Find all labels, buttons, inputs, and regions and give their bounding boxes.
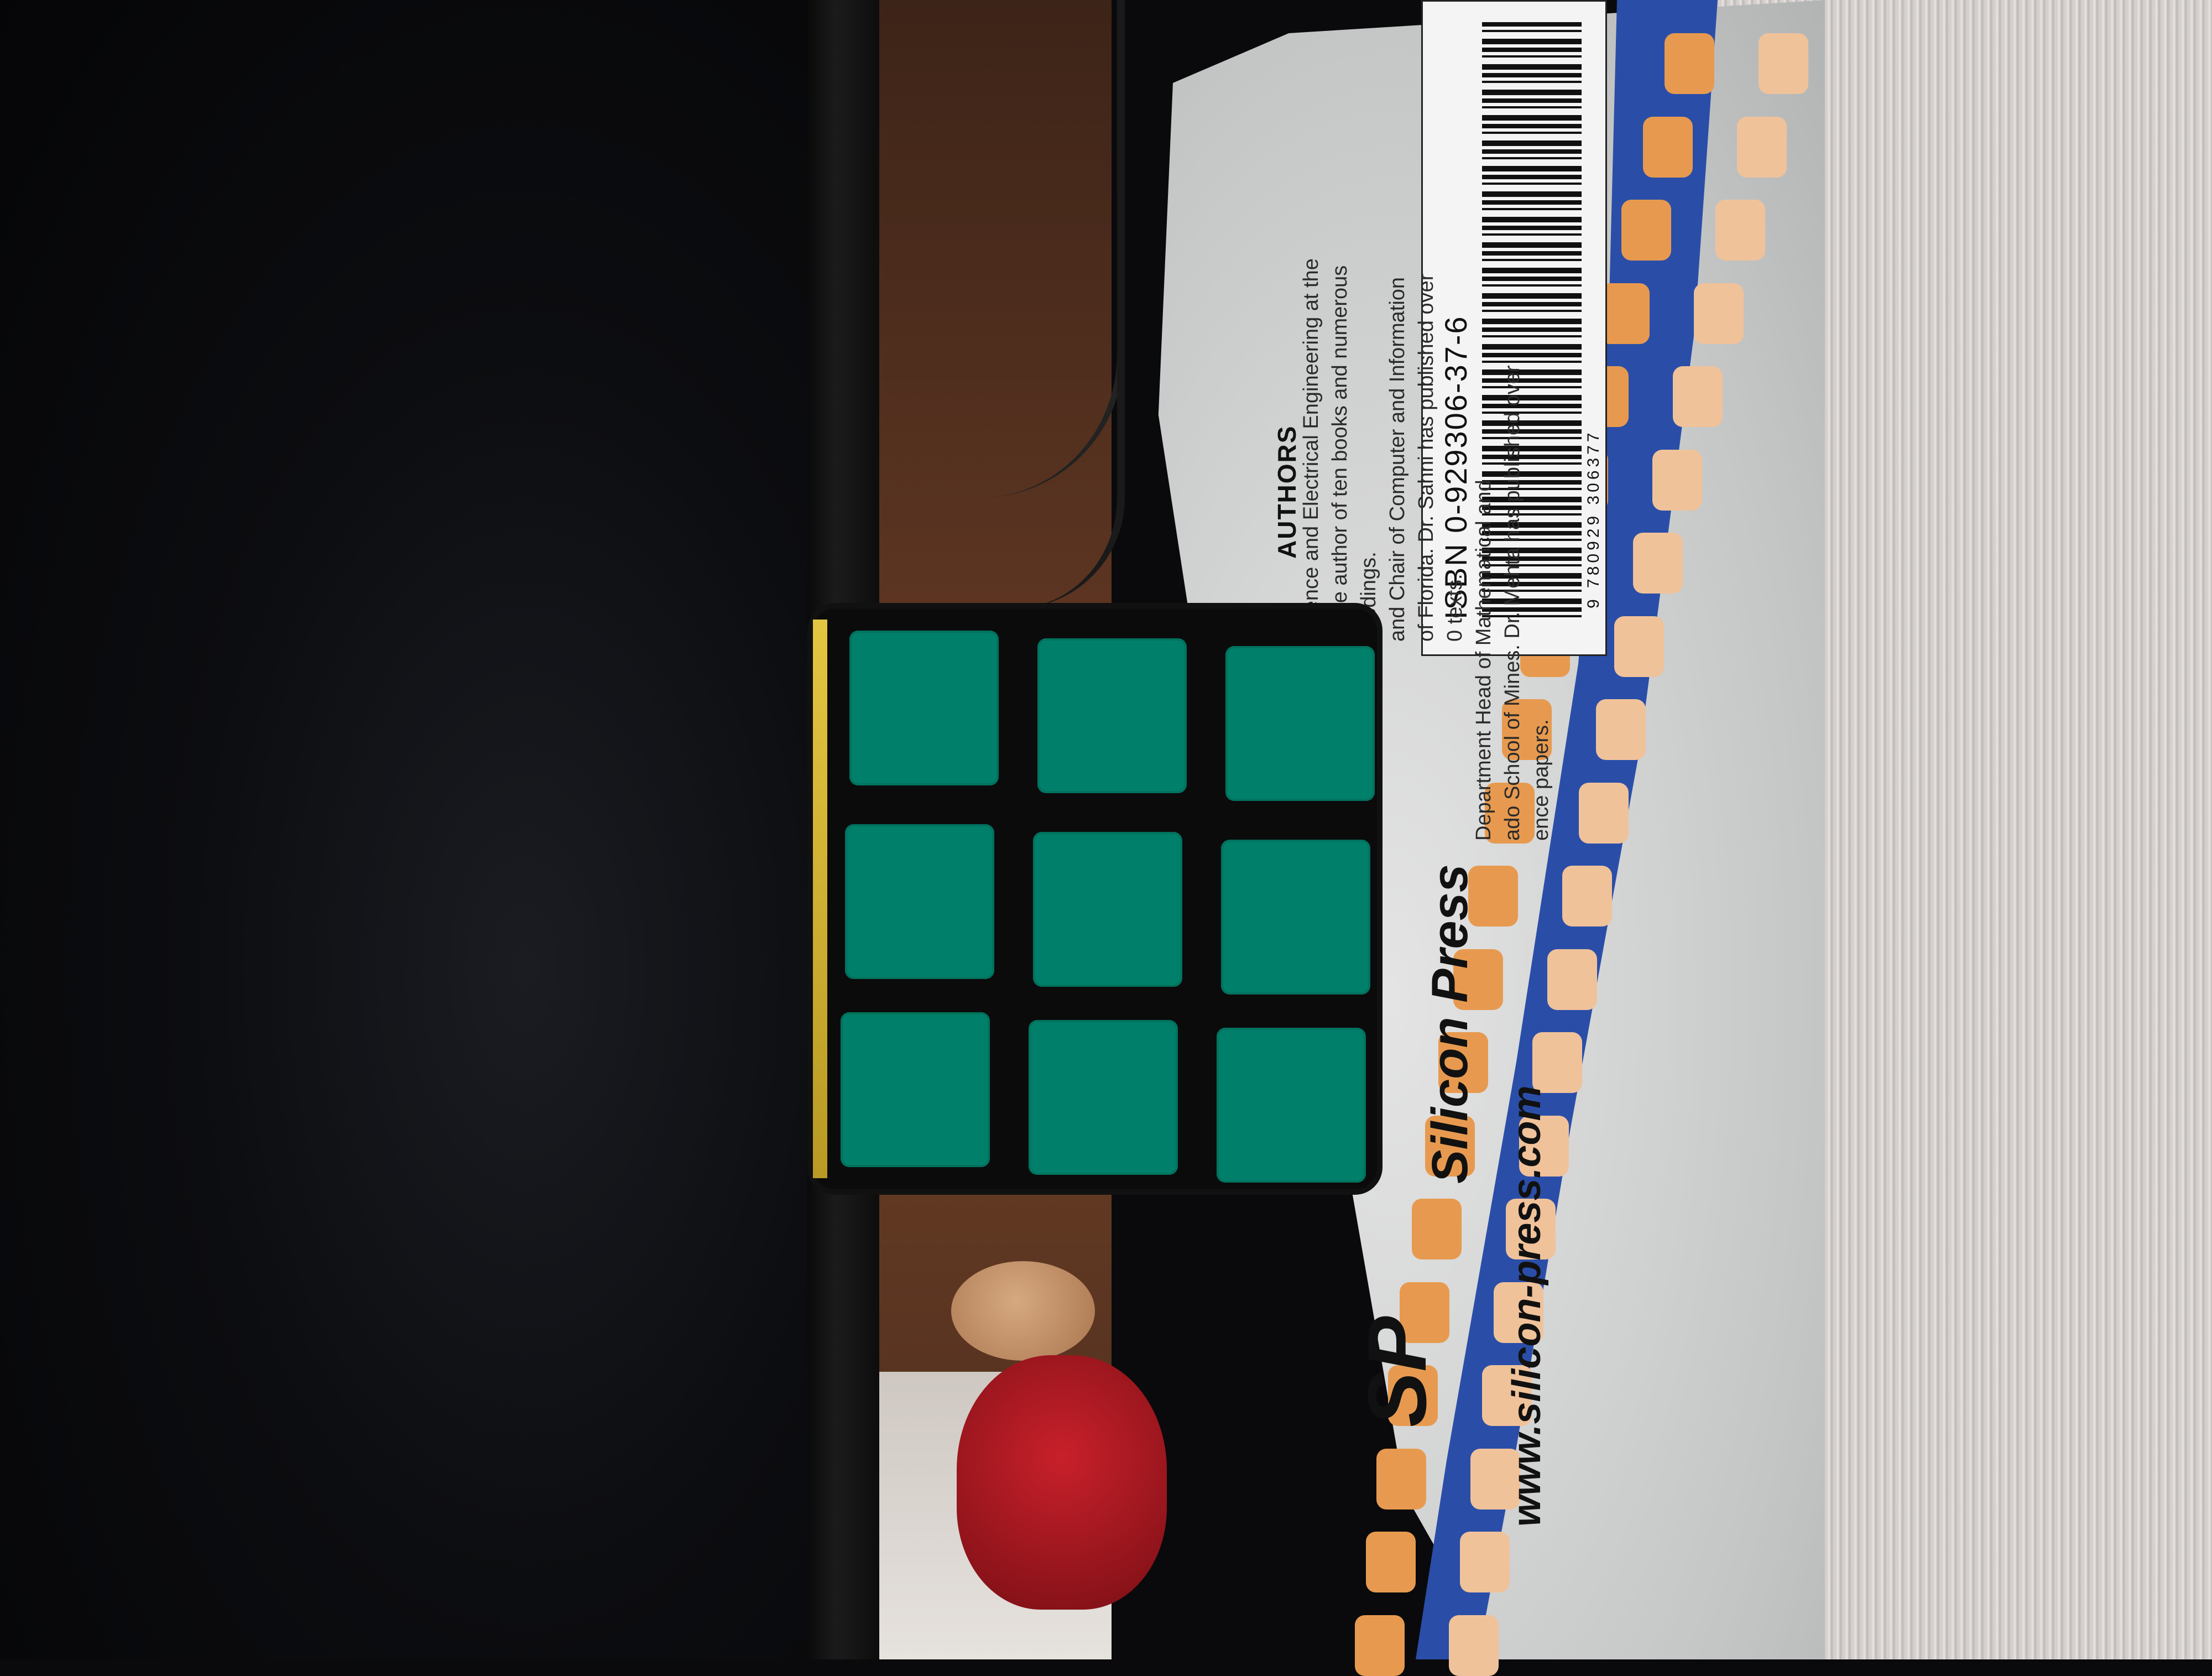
cover-pip (1621, 200, 1671, 261)
authors-heading: AUTHORS (1272, 425, 1301, 559)
cover-pip (1614, 616, 1664, 677)
cube-sticker (1225, 646, 1375, 801)
author-bio-line: Science and Electrical Engineering at th… (1300, 258, 1323, 642)
author-bio-line: Department Head of Mathematical and (1472, 480, 1495, 841)
cover-pip (1412, 1199, 1462, 1260)
cover-pip (1652, 449, 1703, 511)
cube-sticker (845, 824, 994, 979)
cube-sticker (841, 1012, 990, 1167)
cover-pip (1449, 1615, 1499, 1676)
cover-pip (1694, 283, 1744, 344)
author-bio-line: of Florida. Dr. Sahni has published over (1415, 273, 1438, 642)
cover-pip (1632, 533, 1683, 594)
cover-pip (1459, 1532, 1510, 1593)
toy-figure-head (951, 1261, 1095, 1361)
author-bio-line: ado School of Mines. Dr. Mehta has publi… (1501, 365, 1524, 841)
cover-pip (1376, 1448, 1427, 1510)
cover-pip (1532, 1032, 1583, 1094)
author-bio-line: is the author of ten books and numerous (1328, 265, 1352, 642)
cover-pip (1715, 200, 1765, 261)
publisher-url: www.silicon-press.com (1505, 1085, 1549, 1527)
cover-pip (1355, 1615, 1405, 1676)
cube-sticker (1217, 1028, 1366, 1183)
cover-pip (1673, 366, 1723, 428)
cube-sticker (1033, 832, 1182, 987)
cover-pip (1562, 866, 1613, 927)
rubiks-cube-yellow-side (813, 620, 827, 1178)
cube-sticker (1221, 840, 1370, 995)
publisher-name: Silicon Press (1422, 864, 1478, 1184)
monitor-screen (0, 0, 818, 1659)
cover-pip (1547, 949, 1597, 1010)
cover-pip (1600, 283, 1650, 344)
author-bio-line: ence papers. (1530, 719, 1553, 841)
cover-pip (1642, 116, 1693, 178)
author-bio-line: and Chair of Computer and Information (1386, 277, 1409, 642)
cover-pip (1365, 1532, 1416, 1593)
cube-sticker (849, 631, 999, 785)
toy-figure-body (957, 1355, 1167, 1610)
cover-pip (1759, 33, 1808, 94)
cable (995, 0, 1125, 608)
publisher-logo: SP (1350, 1316, 1443, 1427)
barcode (1482, 22, 1582, 620)
cover-pip (1665, 33, 1714, 94)
cube-sticker (1037, 638, 1187, 793)
cube-sticker (1029, 1020, 1178, 1175)
cover-pip (1736, 116, 1787, 178)
author-bio-line: 0 texts. (1443, 574, 1467, 642)
cover-pip (1596, 699, 1646, 761)
cover-pip (1578, 782, 1629, 844)
isbn-digits: 9 780929 306377 (1584, 429, 1603, 608)
